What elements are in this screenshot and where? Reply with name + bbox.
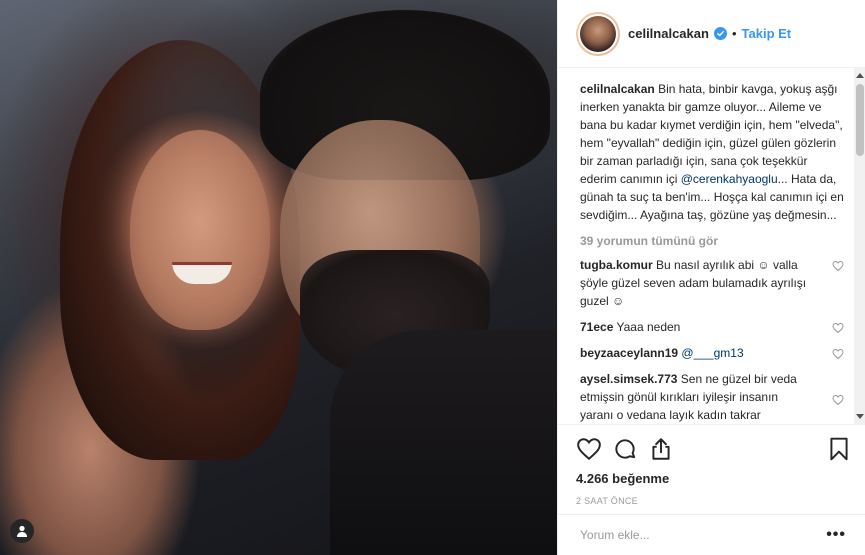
comment-like-icon[interactable] [832,260,844,272]
action-icons-row [576,431,852,467]
scroll-up-arrow-icon[interactable] [856,70,864,80]
post-username-link[interactable]: celilnalcakan [628,26,709,41]
add-comment-bar: ••• [558,514,865,555]
share-icon[interactable] [648,436,674,462]
header-separator: • [731,26,737,41]
comment-author-link[interactable]: aysel.simsek.773 [580,372,677,386]
post-photo[interactable] [0,0,557,555]
post-caption: celilnalcakan Bin hata, binbir kavga, yo… [580,80,846,224]
scrollbar-thumb[interactable] [856,84,864,156]
caption-author-link[interactable]: celilnalcakan [580,82,655,96]
comment-author-link[interactable]: 71ece [580,320,613,334]
post-timestamp: 2 SAAT ÖNCE [576,496,638,506]
comment-item: beyzaaceylann19 @___gm13 [580,344,846,362]
post-actions: 4.266 beğenme 2 SAAT ÖNCE [558,424,865,514]
tagged-user-profile-button[interactable] [10,519,34,543]
comment-item: tugba.komur Bu nasıl ayrılık abi ☺ valla… [580,256,846,310]
caption-mention-link[interactable]: @cerenkahyaoglu [681,172,778,186]
photo-jacket [330,330,557,555]
bookmark-icon[interactable] [826,436,852,462]
view-all-comments-link[interactable]: 39 yorumun tümünü gör [580,234,846,248]
comment-author-link[interactable]: tugba.komur [580,258,653,272]
post-side-panel: celilnalcakan • Takip Et celilnalcakan B… [557,0,865,555]
scroll-down-arrow-icon[interactable] [856,412,864,422]
comment-item: aysel.simsek.773 Sen ne güzel bir veda e… [580,370,846,424]
verified-badge-icon [713,27,727,40]
comment-like-icon[interactable] [832,322,844,334]
comment-input[interactable] [580,528,827,542]
more-options-button[interactable]: ••• [826,526,846,544]
user-profile-icon [17,525,27,537]
comment-author-link[interactable]: beyzaaceylann19 [580,346,678,360]
comment-item: 71ece Yaaa neden [580,318,846,336]
caption-text-part-1: Bin hata, binbir kavga, yokuş aşğı inerk… [580,82,843,186]
photo-face-woman [130,130,270,330]
comment-text: Yaaa neden [616,320,681,334]
comment-mention-link[interactable]: @___gm13 [681,346,743,360]
comment-bubble-icon[interactable] [612,436,638,462]
post-header: celilnalcakan • Takip Et [558,0,865,68]
heart-icon[interactable] [576,436,602,462]
comments-list[interactable]: celilnalcakan Bin hata, binbir kavga, yo… [558,68,858,424]
comment-like-icon[interactable] [832,348,844,360]
comment-like-icon[interactable] [832,394,844,406]
likes-count[interactable]: 4.266 beğenme [576,471,852,486]
comments-scrollbar[interactable] [854,68,865,424]
follow-button[interactable]: Takip Et [742,26,792,41]
avatar[interactable] [576,11,620,56]
